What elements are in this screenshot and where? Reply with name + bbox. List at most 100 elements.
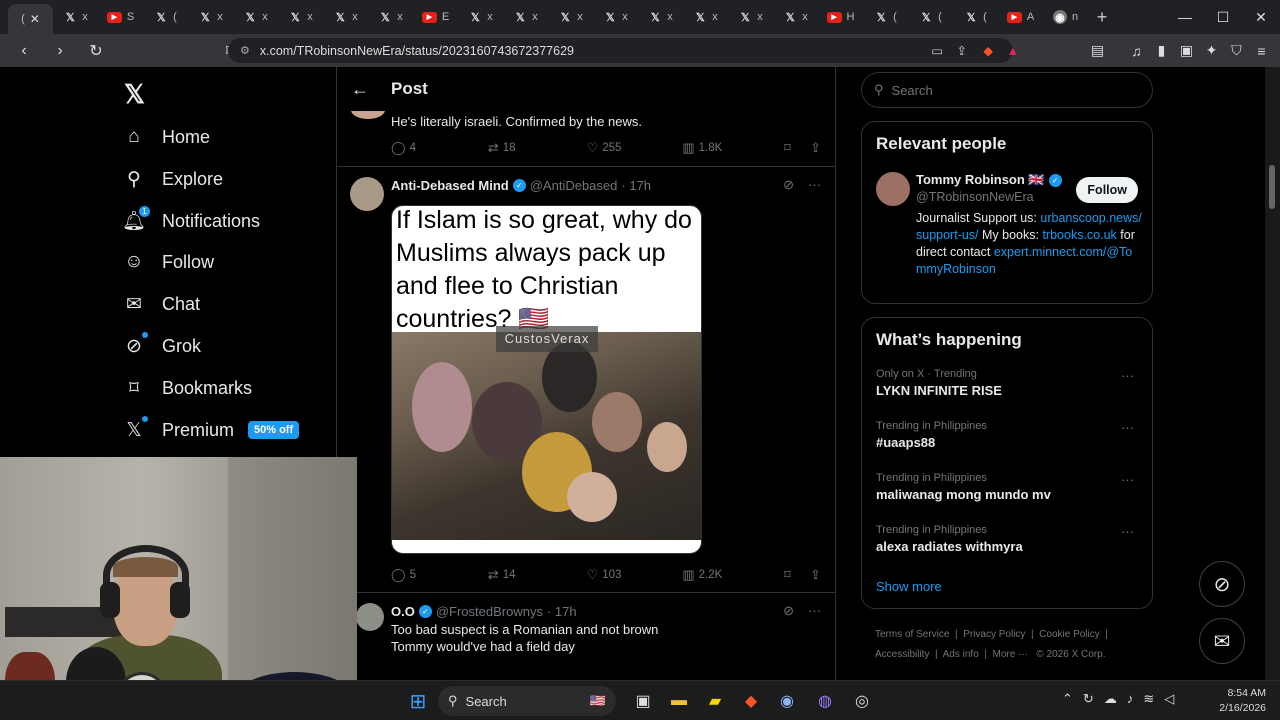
browser-tab[interactable]: ▶ S — [98, 4, 143, 30]
scrollbar-thumb[interactable] — [1269, 165, 1275, 209]
nav-premium[interactable]: 𝕏 Premium 50% off — [122, 416, 300, 442]
more-icon[interactable]: ··· — [808, 177, 821, 193]
trend-item[interactable]: Only on X · Trending LYKN INFINITE RISE … — [876, 368, 1142, 398]
sidebar-icon[interactable]: ▮ — [1149, 42, 1174, 59]
browser-tab[interactable]: 𝕏x — [278, 4, 323, 30]
post-time[interactable]: · 17h — [547, 604, 577, 619]
nav-bookmarks[interactable]: ⌑ Bookmarks — [122, 376, 252, 400]
nav-follow[interactable]: ☺ Follow — [122, 250, 214, 274]
new-tab-button[interactable]: + — [1088, 7, 1116, 28]
site-settings-icon[interactable]: ⚙ — [240, 44, 250, 57]
forward-icon[interactable]: › — [48, 42, 72, 60]
like-button[interactable]: ♡ 255 — [587, 140, 683, 156]
close-window-icon[interactable]: ✕ — [1242, 0, 1280, 34]
reader-mode-icon[interactable]: ▤ — [1085, 42, 1110, 59]
more-icon[interactable]: ··· — [1121, 472, 1134, 487]
grok-fab-icon[interactable]: ⊘ — [1199, 561, 1245, 607]
clock[interactable]: 8:54 AM 2/16/2026 — [1219, 686, 1266, 716]
browser-tab[interactable]: 𝕏x — [593, 4, 638, 30]
browser-tab[interactable]: 𝕏( — [143, 4, 188, 30]
sticky-notes-icon[interactable]: ▰ — [704, 690, 726, 712]
repost-button[interactable]: ⇄ 14 — [488, 567, 587, 583]
bio-link[interactable]: trbooks.co.uk — [1042, 228, 1116, 242]
cloud-icon[interactable]: ☁ — [1104, 691, 1117, 707]
steam-icon[interactable]: ◉ — [776, 690, 798, 712]
browser-tab[interactable]: 𝕏x — [233, 4, 278, 30]
bookmark-button[interactable]: ⌑ — [784, 567, 810, 583]
share-button[interactable]: ⇪ — [810, 567, 821, 583]
search-input[interactable]: ⚲ Search — [861, 72, 1153, 108]
minimize-icon[interactable]: — — [1166, 0, 1204, 34]
browser-tab[interactable]: ▶ A — [998, 4, 1043, 30]
ads-info-link[interactable]: Ads info — [943, 649, 979, 660]
browser-tab[interactable]: 𝕏( — [908, 4, 953, 30]
task-view-icon[interactable]: ▣ — [632, 690, 654, 712]
discord-icon[interactable]: ◍ — [814, 690, 836, 712]
trend-item[interactable]: Trending in Philippines maliwanag mong m… — [876, 472, 1142, 502]
person-handle[interactable]: @TRobinsonNewEra — [916, 190, 1034, 204]
more-icon[interactable]: ··· — [1121, 524, 1134, 539]
browser-tab[interactable]: ◉ n — [1043, 4, 1088, 30]
trend-item[interactable]: Trending in Philippines #uaaps88 ··· — [876, 420, 1142, 450]
more-icon[interactable]: ··· — [808, 603, 821, 619]
sync-icon[interactable]: ↻ — [1083, 691, 1094, 707]
leo-ai-icon[interactable]: ✦ — [1199, 42, 1224, 59]
like-button[interactable]: ♡ 103 — [587, 567, 683, 583]
back-icon[interactable]: ‹ — [12, 42, 36, 60]
wallet-icon[interactable]: ▣ — [1174, 42, 1199, 59]
avatar[interactable] — [876, 172, 910, 206]
browser-tab[interactable]: 𝕏( — [863, 4, 908, 30]
share-button[interactable]: ⇪ — [810, 140, 821, 156]
repost-button[interactable]: ⇄ 18 — [488, 140, 587, 156]
browser-tab[interactable]: ▶ H — [818, 4, 863, 30]
grok-icon[interactable]: ⊘ — [783, 177, 794, 193]
show-more-link[interactable]: Show more — [876, 579, 942, 594]
reply-button[interactable]: ◯ 5 — [391, 567, 488, 583]
cast-icon[interactable]: ▭ — [931, 43, 943, 58]
author-name[interactable]: O.O — [391, 604, 415, 619]
share-icon[interactable]: ⇪ — [957, 43, 967, 58]
volume-icon[interactable]: ◁ — [1164, 691, 1174, 707]
post-time[interactable]: · 17h — [621, 178, 651, 193]
chevron-up-icon[interactable]: ⌃ — [1062, 691, 1073, 707]
back-arrow-icon[interactable]: ← — [351, 79, 369, 100]
bookmark-button[interactable]: ⌑ — [784, 140, 810, 156]
cookie-link[interactable]: Cookie Policy — [1039, 629, 1100, 640]
obs-icon[interactable]: ◎ — [851, 690, 873, 712]
browser-tab[interactable]: 𝕏x — [638, 4, 683, 30]
avatar[interactable] — [350, 177, 384, 211]
more-link[interactable]: More ··· — [993, 649, 1029, 660]
browser-tab[interactable]: 𝕏x — [773, 4, 818, 30]
brave-browser-icon[interactable]: ◆ — [740, 690, 762, 712]
browser-tab[interactable]: ▶ E — [413, 4, 458, 30]
author-handle[interactable]: @FrostedBrownys — [436, 604, 543, 619]
address-bar[interactable]: ⚙ x.com/TRobinsonNewEra/status/202316074… — [228, 38, 1019, 63]
nav-grok[interactable]: ⊘ Grok — [122, 332, 201, 358]
more-icon[interactable]: ··· — [1121, 420, 1134, 435]
browser-tab[interactable]: 𝕏x — [548, 4, 593, 30]
person-name[interactable]: Tommy Robinson 🇬🇧 — [916, 172, 1045, 188]
browser-tab[interactable]: 𝕏x — [188, 4, 233, 30]
windows-start-icon[interactable]: ⊞ — [407, 690, 429, 713]
nav-chat[interactable]: ✉ Chat — [122, 292, 200, 316]
author-handle[interactable]: @AntiDebased — [530, 178, 618, 193]
views-button[interactable]: ▥ 1.8K — [682, 140, 784, 156]
accessibility-link[interactable]: Accessibility — [875, 649, 929, 660]
scrollbar[interactable] — [1265, 67, 1280, 680]
brave-shield-icon[interactable]: ◆ — [983, 43, 993, 58]
more-icon[interactable]: ··· — [1121, 368, 1134, 383]
vpn-icon[interactable]: ⛉ — [1224, 42, 1249, 59]
browser-tab[interactable]: 𝕏x — [458, 4, 503, 30]
browser-tab[interactable]: 𝕏x — [503, 4, 548, 30]
close-tab-icon[interactable]: ✕ — [30, 12, 40, 26]
browser-tab[interactable]: 𝕏x — [368, 4, 413, 30]
browser-tab[interactable]: 𝕏( — [953, 4, 998, 30]
nav-explore[interactable]: ⚲ Explore — [122, 167, 223, 191]
menu-icon[interactable]: ≡ — [1249, 43, 1274, 59]
taskbar-search[interactable]: ⚲ Search 🇺🇸 — [438, 686, 616, 716]
media-icon[interactable]: ♫ — [1124, 43, 1149, 59]
browser-tab[interactable]: 𝕏x — [53, 4, 98, 30]
messages-fab-icon[interactable]: ✉ — [1199, 618, 1245, 664]
terms-link[interactable]: Terms of Service — [875, 629, 949, 640]
avatar[interactable] — [356, 603, 384, 631]
